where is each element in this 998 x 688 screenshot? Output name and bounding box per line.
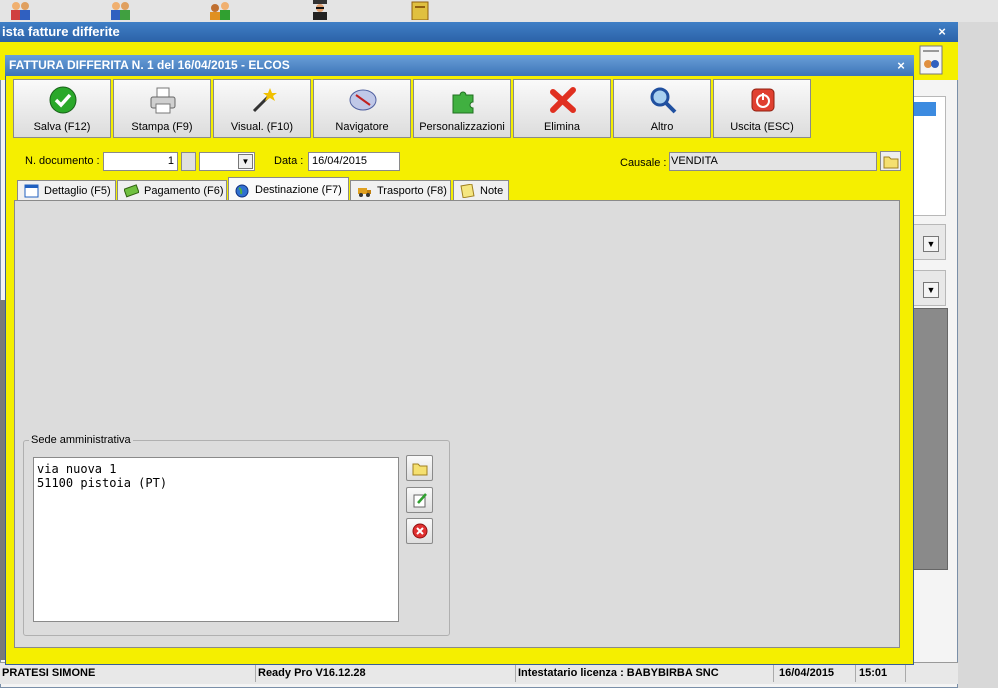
grid-icon	[24, 184, 39, 198]
save-button-label: Salva (F12)	[33, 121, 91, 133]
checkmark-icon	[48, 85, 78, 115]
chevron-down-icon[interactable]: ▼	[923, 282, 939, 298]
edit-address-button[interactable]	[406, 487, 433, 513]
globe-icon	[235, 183, 250, 198]
print-button[interactable]: Stampa (F9)	[113, 79, 211, 138]
delete-button-label: Elimina	[543, 121, 581, 133]
tab-note[interactable]: Note	[453, 180, 509, 201]
group-icon[interactable]	[108, 0, 132, 20]
tab-pagamento[interactable]: Pagamento (F6)	[117, 180, 227, 201]
delete-button[interactable]: Elimina	[513, 79, 611, 138]
tab-dettaglio[interactable]: Dettaglio (F5)	[17, 180, 116, 201]
money-icon	[123, 184, 140, 198]
note-icon	[460, 183, 475, 199]
other-button-label: Altro	[650, 121, 674, 133]
doc-series-button[interactable]	[181, 152, 196, 171]
background-combo[interactable]: ▼	[912, 224, 946, 260]
tab-trasporto-label: Trasporto (F8)	[377, 185, 447, 197]
background-list-selection[interactable]	[914, 102, 936, 116]
other-button[interactable]: Altro	[613, 79, 711, 138]
tab-note-label: Note	[480, 185, 504, 197]
printer-icon	[148, 85, 178, 115]
causale-field[interactable]: VENDITA	[669, 152, 877, 171]
truck-icon	[357, 184, 372, 198]
navigator-button[interactable]: Navigatore	[313, 79, 411, 138]
doc-number-label: N. documento :	[25, 155, 100, 167]
agent-icon[interactable]	[308, 0, 332, 20]
power-icon	[748, 85, 778, 115]
notebook-icon[interactable]	[408, 0, 432, 21]
exit-button-label: Uscita (ESC)	[730, 121, 794, 133]
users-settings-icon[interactable]	[918, 44, 944, 76]
status-user: PRATESI SIMONE	[0, 664, 256, 682]
clear-address-button[interactable]	[406, 518, 433, 544]
preview-button-label: Visual. (F10)	[230, 121, 294, 133]
tab-dettaglio-label: Dettaglio (F5)	[44, 185, 111, 197]
navigator-button-label: Navigatore	[335, 121, 389, 133]
status-license: Intestatario licenza : BABYBIRBA SNC	[516, 664, 774, 682]
background-close-button[interactable]: ×	[934, 22, 950, 42]
save-button[interactable]: Salva (F12)	[13, 79, 111, 138]
tab-pagamento-label: Pagamento (F6)	[144, 185, 224, 197]
background-window-title: ista fatture differite	[0, 22, 958, 42]
desktop-strip	[0, 0, 998, 22]
preview-button[interactable]: Visual. (F10)	[213, 79, 311, 138]
print-button-label: Stampa (F9)	[131, 121, 193, 133]
background-combo[interactable]: ▼	[912, 270, 946, 306]
close-icon	[412, 523, 428, 539]
customize-button-label: Personalizzazioni	[419, 121, 505, 133]
folder-icon	[412, 460, 428, 476]
tab-trasporto[interactable]: Trasporto (F8)	[350, 180, 451, 201]
users-icon[interactable]	[8, 0, 32, 20]
magic-wand-icon	[248, 85, 278, 115]
tab-destinazione-label: Destinazione (F7)	[255, 184, 342, 196]
status-version: Ready Pro V16.12.28	[256, 664, 516, 682]
tab-destinazione[interactable]: Destinazione (F7)	[228, 177, 349, 202]
puzzle-icon	[448, 85, 478, 115]
chevron-down-icon[interactable]: ▼	[923, 236, 939, 252]
date-field[interactable]: 16/04/2015	[308, 152, 400, 171]
team-icon[interactable]	[208, 0, 232, 20]
status-date: 16/04/2015	[776, 664, 856, 682]
chevron-down-icon[interactable]: ▼	[238, 154, 253, 169]
date-label: Data :	[274, 155, 304, 167]
delete-x-icon	[548, 85, 578, 115]
magnifier-icon	[648, 85, 678, 115]
dialog-close-button[interactable]: ×	[893, 55, 909, 76]
background-grey-panel	[912, 308, 948, 570]
causale-label: Causale :	[620, 157, 667, 169]
sede-group-title: Sede amministrativa	[29, 434, 133, 446]
dialog-title: FATTURA DIFFERITA N. 1 del 16/04/2015 - …	[5, 55, 914, 76]
doc-number-field[interactable]: 1	[103, 152, 178, 171]
address-textarea[interactable]: via nuova 1 51100 pistoia (PT)	[33, 457, 399, 622]
browse-address-button[interactable]	[406, 455, 433, 481]
exit-button[interactable]: Uscita (ESC)	[713, 79, 811, 138]
edit-icon	[412, 492, 428, 508]
status-time: 15:01	[856, 664, 906, 682]
customize-button[interactable]: Personalizzazioni	[413, 79, 511, 138]
compass-icon	[348, 85, 378, 115]
doc-series-combo[interactable]: ▼	[199, 152, 255, 171]
causale-browse-button[interactable]	[880, 151, 901, 171]
folder-icon	[883, 154, 899, 172]
